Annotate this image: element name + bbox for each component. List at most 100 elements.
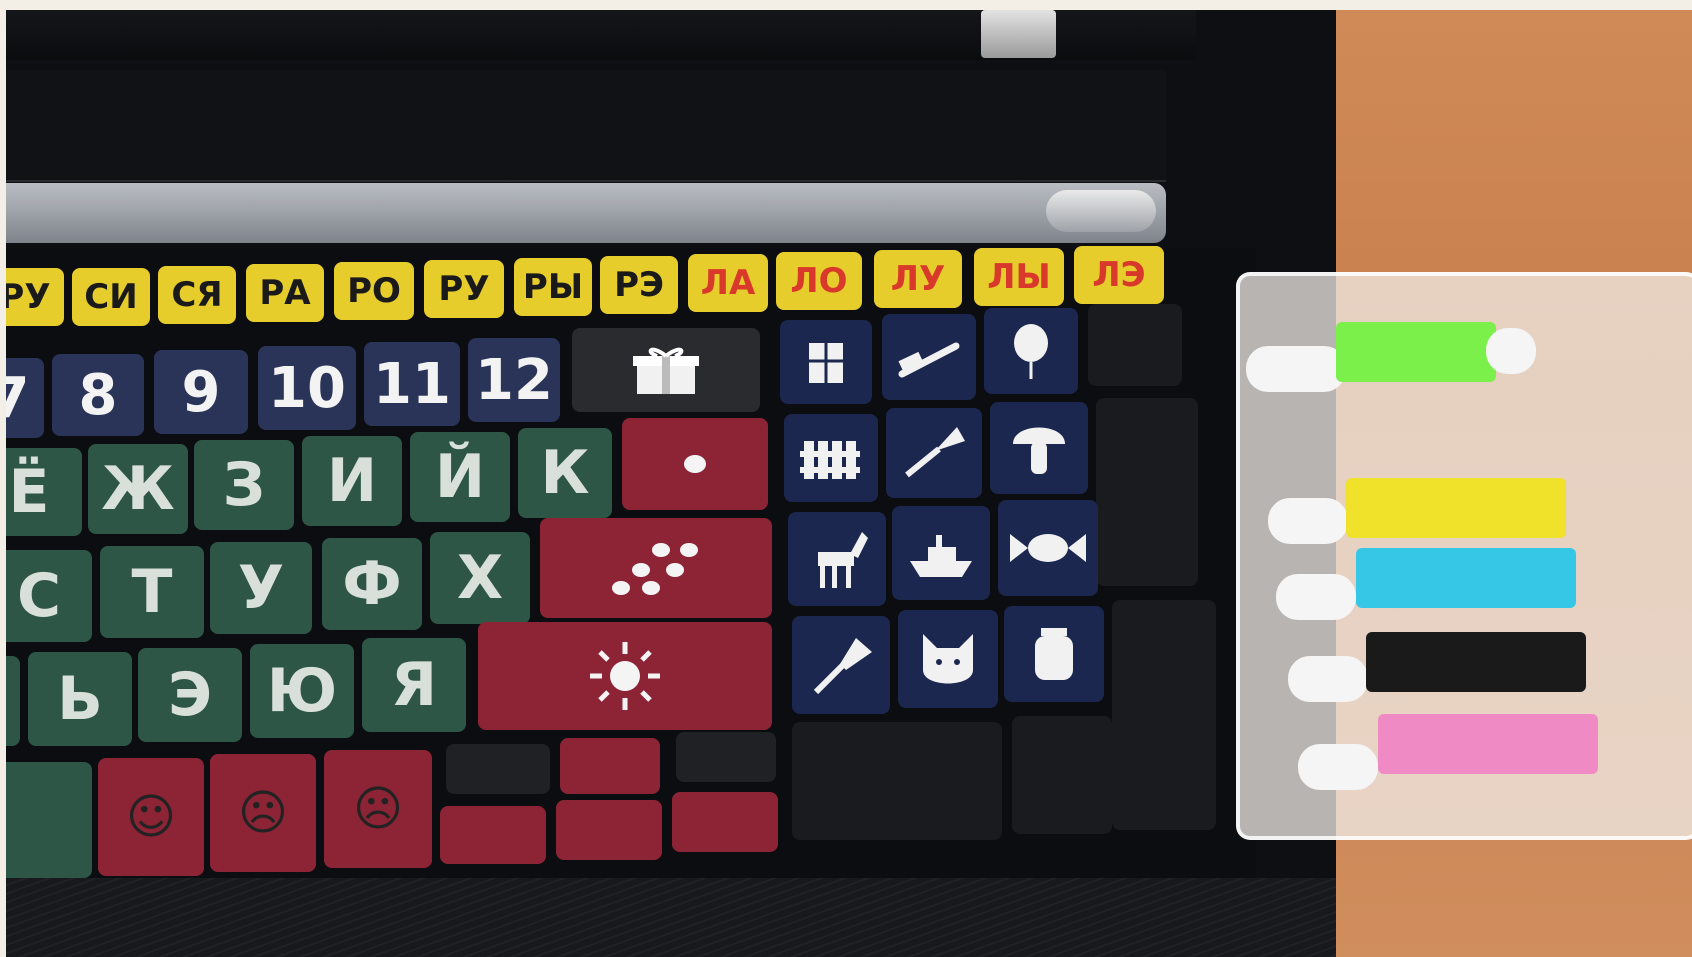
key-number[interactable]: 11	[364, 342, 460, 426]
plus-key[interactable]	[1096, 398, 1198, 586]
key-syllable[interactable]: РУ	[424, 260, 504, 318]
marker-tip	[1298, 744, 1378, 790]
surprised-face-icon: ☹	[237, 785, 289, 841]
one-dot-key[interactable]	[622, 418, 768, 510]
happy-face-icon: ☺	[125, 789, 177, 845]
ship-icon	[910, 535, 972, 577]
horse-icon	[818, 532, 868, 588]
candy-key[interactable]	[998, 500, 1098, 596]
fence-key[interactable]	[784, 414, 878, 502]
green-key[interactable]	[6, 762, 92, 878]
gift-icon	[633, 347, 699, 394]
sad-face-icon: ☹	[352, 781, 404, 837]
blue-marker[interactable]	[1356, 548, 1576, 608]
dots-icon	[612, 543, 698, 595]
key-letter[interactable]: Ф	[322, 538, 422, 630]
key-syllable[interactable]: ЛУ	[874, 250, 962, 308]
marker-end	[1486, 328, 1536, 374]
key-syllable[interactable]: ЛЫ	[974, 248, 1064, 306]
blank-key[interactable]	[676, 732, 776, 782]
key-letter[interactable]: И	[302, 436, 402, 526]
paintbrush-key[interactable]	[792, 616, 890, 714]
laptop-body: РУ СИ СЯ РА РО РУ РЫ РЭ ЛА ЛО ЛУ ЛЫ ЛЭ 7…	[6, 10, 1336, 957]
key-letter[interactable]: Ю	[250, 644, 354, 738]
blank-numpad-key[interactable]	[1088, 304, 1182, 386]
cat-icon	[923, 634, 973, 684]
horse-key[interactable]	[788, 512, 886, 606]
key-letter[interactable]: Т	[100, 546, 204, 638]
arrow-up-key[interactable]	[560, 738, 660, 794]
key-letter[interactable]: Я	[362, 638, 466, 732]
yellow-marker[interactable]	[1346, 478, 1566, 538]
key-syllable[interactable]: ЛЭ	[1074, 246, 1164, 304]
marker-tip	[1246, 346, 1346, 392]
key-letter[interactable]: Ё	[6, 448, 82, 536]
mushroom-key[interactable]	[990, 402, 1088, 494]
key-letter[interactable]: У	[210, 542, 312, 634]
jar-key[interactable]	[1004, 606, 1104, 702]
dot-icon	[684, 455, 706, 473]
key-letter[interactable]: Ж	[88, 444, 188, 534]
green-marker[interactable]	[1336, 322, 1496, 382]
key-letter[interactable]: К	[518, 428, 612, 518]
key-syllable[interactable]: СЯ	[158, 266, 236, 324]
decimal-key[interactable]	[1012, 716, 1112, 834]
marker-tip	[1276, 574, 1356, 620]
gift-key[interactable]	[572, 328, 760, 412]
jar-icon	[1035, 628, 1073, 680]
pink-marker[interactable]	[1378, 714, 1598, 774]
zero-key[interactable]	[792, 722, 1002, 840]
enter-numpad-key[interactable]	[1112, 600, 1216, 830]
fence-icon	[800, 441, 860, 479]
arrow-left-key[interactable]	[440, 806, 546, 864]
arrow-right-key[interactable]	[672, 792, 778, 852]
key-letter-partial[interactable]	[6, 656, 20, 746]
top-bezel	[6, 70, 1166, 182]
key-syllable[interactable]: ЛА	[688, 254, 768, 312]
key-number[interactable]: 10	[258, 346, 356, 430]
sun-icon	[590, 642, 660, 710]
sad-face-key[interactable]: ☹	[324, 750, 432, 868]
marker-tip	[1288, 656, 1368, 702]
ship-key[interactable]	[892, 506, 990, 600]
key-syllable[interactable]: РА	[246, 264, 324, 322]
window-icon	[809, 343, 843, 383]
speaker-strip	[6, 183, 1166, 243]
cat-key[interactable]	[898, 610, 998, 708]
key-letter[interactable]: З	[194, 440, 294, 530]
black-marker[interactable]	[1366, 632, 1586, 692]
key-number[interactable]: 8	[52, 354, 144, 436]
key-syllable[interactable]: РО	[334, 262, 414, 320]
key-number[interactable]: 9	[154, 350, 248, 434]
key-syllable[interactable]: РЫ	[514, 258, 592, 316]
surprised-face-key[interactable]: ☹	[210, 754, 316, 872]
marker-tip	[1268, 498, 1348, 544]
happy-face-key[interactable]: ☺	[98, 758, 204, 876]
key-syllable[interactable]: РУ	[6, 268, 64, 326]
photo-frame: РУ СИ СЯ РА РО РУ РЫ РЭ ЛА ЛО ЛУ ЛЫ ЛЭ 7…	[6, 10, 1692, 957]
sun-key[interactable]	[478, 622, 772, 730]
fn-key[interactable]	[446, 744, 550, 794]
brush-icon	[905, 427, 965, 478]
key-letter[interactable]: Э	[138, 648, 242, 742]
key-syllable[interactable]: СИ	[72, 268, 150, 326]
palm-rest	[6, 878, 1336, 957]
six-dots-key[interactable]	[540, 518, 772, 618]
hinge	[981, 10, 1056, 58]
arrow-down-key[interactable]	[556, 800, 662, 860]
key-number[interactable]: 12	[468, 338, 560, 422]
toothbrush-icon	[898, 342, 960, 378]
key-letter[interactable]: С	[6, 550, 92, 642]
mushroom-icon	[1013, 427, 1065, 474]
toothbrush-key[interactable]	[882, 314, 976, 400]
key-letter[interactable]: Х	[430, 532, 530, 624]
key-number[interactable]: 7	[6, 358, 44, 438]
key-letter[interactable]: Ь	[28, 652, 132, 746]
power-switch[interactable]	[1046, 190, 1156, 232]
key-syllable[interactable]: ЛО	[776, 252, 862, 310]
brush-key[interactable]	[886, 408, 982, 498]
balloon-key[interactable]	[984, 308, 1078, 394]
key-letter[interactable]: Й	[410, 432, 510, 522]
key-syllable[interactable]: РЭ	[600, 256, 678, 314]
window-key[interactable]	[780, 320, 872, 404]
